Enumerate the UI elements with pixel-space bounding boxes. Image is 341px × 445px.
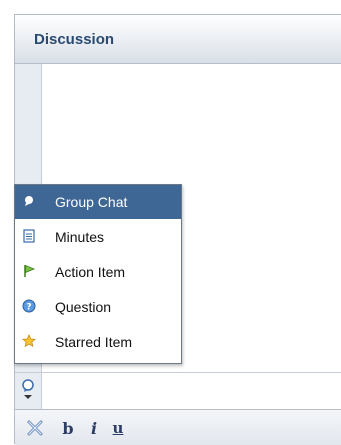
menu-item-label: Minutes [55,229,105,245]
question-icon: ? [22,299,36,313]
message-input-row[interactable] [15,372,341,409]
message-type-button[interactable] [15,373,42,409]
menu-item-minutes[interactable]: Minutes [15,220,181,254]
menu-item-label: Action Item [55,264,126,280]
star-icon [22,334,36,348]
svg-text:?: ? [26,303,31,313]
clear-format-icon[interactable] [26,419,44,437]
menu-item-starred-item[interactable]: Starred Item [15,325,181,359]
menu-item-action-item[interactable]: Action Item [15,255,181,289]
bold-button[interactable]: b [61,418,75,438]
format-toolbar: b i u [15,409,341,445]
flag-icon [24,264,36,277]
document-icon [23,229,35,243]
panel-header: Discussion [15,15,341,64]
italic-button[interactable]: i [87,418,101,438]
menu-item-label: Question [55,299,112,315]
menu-item-label: Group Chat [55,194,128,210]
panel-title: Discussion [34,31,115,48]
menu-item-label: Starred Item [55,334,133,350]
underline-button[interactable]: u [111,418,125,438]
menu-item-group-chat[interactable]: Group Chat [15,185,181,219]
menu-item-question[interactable]: ? Question [15,290,181,324]
chat-bubble-dropdown-icon [22,379,34,399]
chat-bubble-icon [25,196,33,206]
message-type-menu: Group Chat Minutes Action Item ? Questio… [14,184,182,364]
